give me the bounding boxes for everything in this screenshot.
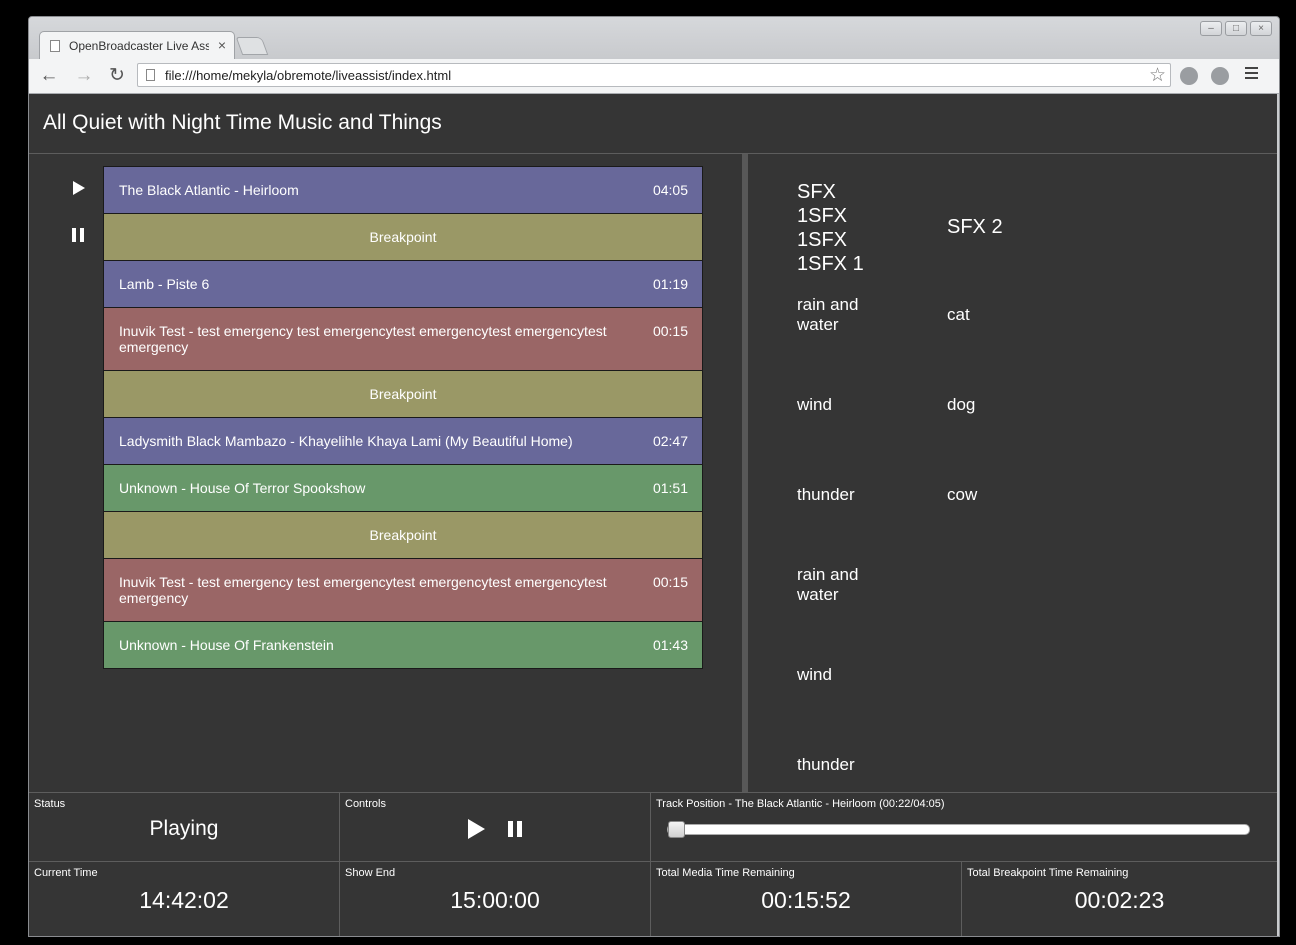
status-panel: Status Playing Controls Track Position -… (29, 792, 1277, 936)
tab-strip: OpenBroadcaster Live Assist × – □ × (29, 17, 1279, 59)
media-remaining-cell: Total Media Time Remaining 00:15:52 (651, 862, 962, 936)
slider-handle[interactable] (668, 821, 685, 838)
sfx-button[interactable]: cat (947, 305, 970, 325)
track-title: Unknown - House Of Terror Spookshow (119, 480, 366, 496)
live-assist-app: All Quiet with Night Time Music and Thin… (29, 94, 1277, 936)
maximize-icon[interactable]: □ (1225, 21, 1247, 36)
status-cell: Status Playing (29, 793, 340, 862)
playlist: The Black Atlantic - Heirloom 04:05 Breakp… (103, 166, 703, 669)
track-title: Lamb - Piste 6 (119, 276, 210, 292)
controls-cell: Controls (340, 793, 651, 862)
back-arrow-icon[interactable]: ← (37, 64, 61, 88)
controls-label: Controls (345, 798, 386, 810)
media-remaining-label: Total Media Time Remaining (656, 867, 795, 879)
track-duration: 04:05 (652, 182, 688, 198)
url-text: file:///home/mekyla/obremote/liveassist/… (165, 68, 452, 83)
column-divider[interactable] (742, 154, 748, 792)
status-value: Playing (149, 817, 219, 840)
sfx-header-line: 1SFX 1 (797, 253, 864, 275)
track-duration: 01:51 (652, 480, 688, 496)
minimize-icon[interactable]: – (1200, 21, 1222, 36)
play-icon[interactable] (73, 181, 85, 195)
browser-tab[interactable]: OpenBroadcaster Live Assist × (39, 31, 235, 59)
page-favicon-icon (50, 40, 60, 52)
playlist-breakpoint[interactable]: Breakpoint (103, 214, 703, 261)
breakpoint-remaining-value: 00:02:23 (1074, 887, 1165, 913)
sfx-button[interactable]: wind (797, 395, 887, 415)
breakpoint-label: Breakpoint (369, 229, 437, 245)
breakpoint-label: Breakpoint (369, 527, 437, 543)
breakpoint-remaining-label: Total Breakpoint Time Remaining (967, 867, 1129, 879)
show-end-value: 15:00:00 (450, 887, 540, 913)
track-duration: 01:43 (652, 637, 688, 653)
track-title: Inuvik Test - test emergency test emerge… (119, 574, 607, 606)
sfx-column-2-header: SFX 2 (947, 216, 1003, 238)
bookmark-star-icon[interactable]: ☆ (1149, 64, 1166, 87)
new-tab-button[interactable] (235, 37, 269, 55)
pause-button[interactable] (508, 821, 522, 837)
media-remaining-value: 00:15:52 (761, 887, 851, 913)
menu-icon[interactable] (1245, 67, 1258, 82)
extension-icon[interactable] (1180, 67, 1198, 85)
current-time-cell: Current Time 14:42:02 (29, 862, 340, 936)
playlist-item[interactable]: Lamb - Piste 6 01:19 (103, 261, 703, 308)
current-time-label: Current Time (34, 867, 98, 879)
show-end-cell: Show End 15:00:00 (340, 862, 651, 936)
breakpoint-remaining-cell: Total Breakpoint Time Remaining 00:02:23 (962, 862, 1277, 936)
sfx-button[interactable]: dog (947, 395, 975, 415)
globe-icon[interactable] (1211, 67, 1229, 85)
track-duration: 00:15 (652, 574, 688, 590)
browser-toolbar: ← → ↻ file:///home/mekyla/obremote/livea… (29, 59, 1279, 94)
playlist-item[interactable]: The Black Atlantic - Heirloom 04:05 (103, 166, 703, 214)
sfx-button[interactable]: rain and water (797, 565, 887, 605)
playlist-item[interactable]: Inuvik Test - test emergency test emerge… (103, 559, 703, 622)
browser-window: OpenBroadcaster Live Assist × – □ × ← → … (28, 16, 1280, 937)
current-time-value: 14:42:02 (139, 887, 229, 913)
track-title: Unknown - House Of Frankenstein (119, 637, 334, 653)
sfx-button[interactable]: thunder (797, 485, 887, 505)
breakpoint-label: Breakpoint (369, 386, 437, 402)
playlist-item[interactable]: Ladysmith Black Mambazo - Khayelihle Kha… (103, 418, 703, 465)
page-icon (146, 69, 155, 81)
track-title: Ladysmith Black Mambazo - Khayelihle Kha… (119, 433, 573, 449)
forward-arrow-icon[interactable]: → (72, 64, 96, 88)
track-title: Inuvik Test - test emergency test emerge… (119, 323, 607, 355)
track-position-slider[interactable] (667, 821, 1250, 838)
sfx-header-line: SFX (797, 181, 836, 203)
sfx-button[interactable]: wind (797, 665, 887, 685)
sfx-header-line: 1SFX (797, 205, 848, 227)
playlist-breakpoint[interactable]: Breakpoint (103, 512, 703, 559)
show-title: All Quiet with Night Time Music and Thin… (43, 111, 442, 134)
track-duration: 00:15 (652, 323, 688, 339)
pause-icon[interactable] (72, 228, 85, 242)
track-duration: 01:19 (652, 276, 688, 292)
playlist-breakpoint[interactable]: Breakpoint (103, 371, 703, 418)
status-label: Status (34, 798, 66, 810)
play-button[interactable] (468, 819, 485, 839)
track-duration: 02:47 (652, 433, 688, 449)
close-tab-icon[interactable]: × (218, 37, 226, 53)
sfx-button[interactable]: cow (947, 485, 977, 505)
reload-icon[interactable]: ↻ (105, 64, 129, 88)
close-window-icon[interactable]: × (1250, 21, 1272, 36)
address-bar[interactable]: file:///home/mekyla/obremote/liveassist/… (137, 63, 1171, 87)
sfx-button[interactable]: rain and water (797, 295, 887, 335)
sfx-column-1-header: SFX 1SFX 1SFX 1SFX 1 (797, 180, 864, 276)
track-title: The Black Atlantic - Heirloom (119, 182, 299, 198)
show-end-label: Show End (345, 867, 396, 879)
track-position-label: Track Position - The Black Atlantic - He… (656, 798, 945, 810)
playlist-item[interactable]: Unknown - House Of Terror Spookshow 01:51 (103, 465, 703, 512)
playlist-item[interactable]: Inuvik Test - test emergency test emerge… (103, 308, 703, 371)
title-divider (29, 153, 1277, 154)
sfx-button[interactable]: thunder (797, 755, 887, 775)
playlist-item[interactable]: Unknown - House Of Frankenstein 01:43 (103, 622, 703, 669)
track-position-cell: Track Position - The Black Atlantic - He… (651, 793, 1277, 862)
sfx-header-line: 1SFX (797, 229, 848, 251)
tab-title: OpenBroadcaster Live Assist (69, 39, 209, 53)
